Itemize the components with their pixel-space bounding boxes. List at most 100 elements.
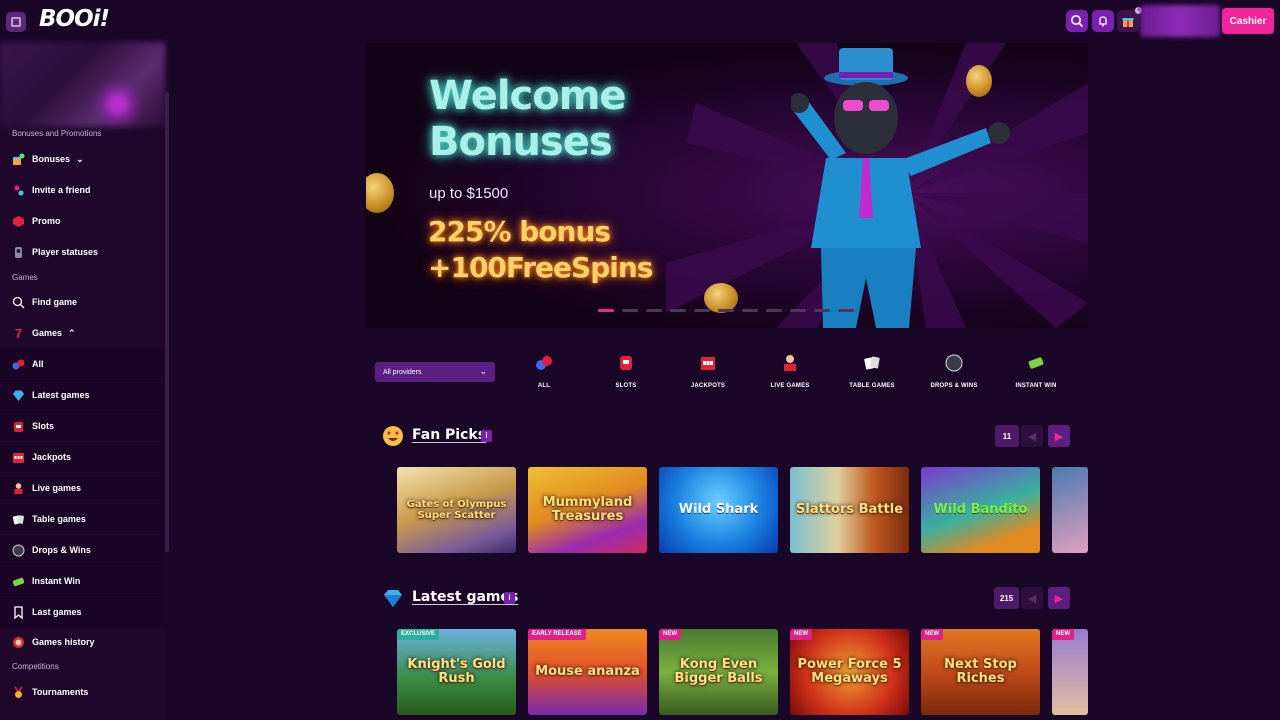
category-jackpots[interactable]: JACKPOTS xyxy=(673,353,743,389)
cards-icon xyxy=(862,353,882,373)
category-instant-win[interactable]: INSTANT WIN xyxy=(1001,353,1071,389)
sidebar-item-label: Invite a friend xyxy=(32,185,91,195)
gifts-button[interactable]: 4 xyxy=(1117,7,1142,32)
category-label: DROPS & WINS xyxy=(930,383,978,389)
game-tag: NEW xyxy=(790,629,812,640)
sidebar-item-drops-wins[interactable]: Drops & Wins xyxy=(0,535,165,565)
menu-icon[interactable] xyxy=(6,12,26,32)
bookmark-icon xyxy=(12,605,25,619)
game-tile[interactable]: Wild Bandito xyxy=(921,467,1040,553)
latest-games-prev-button[interactable]: ◀ xyxy=(1021,587,1043,609)
sidebar-item-invite[interactable]: Invite a friend xyxy=(0,175,165,205)
user-profile[interactable] xyxy=(0,42,165,127)
category-slots[interactable]: SLOTS xyxy=(591,353,661,389)
sidebar-item-last-games[interactable]: Last games xyxy=(0,597,165,627)
category-drops-wins[interactable]: DROPS & WINS xyxy=(919,353,989,389)
sidebar-item-label: Last games xyxy=(32,607,82,617)
carousel-dot[interactable] xyxy=(718,309,734,312)
carousel-dot[interactable] xyxy=(790,309,806,312)
sidebar-item-jackpots[interactable]: Jackpots xyxy=(0,442,165,472)
search-icon xyxy=(1071,15,1084,28)
sidebar-item-all[interactable]: All xyxy=(0,349,165,379)
carousel-dot[interactable] xyxy=(766,309,782,312)
carousel-dot[interactable] xyxy=(694,309,710,312)
jackpot-icon xyxy=(698,353,718,373)
sidebar-item-find-game[interactable]: Find game xyxy=(0,287,165,317)
category-table-games[interactable]: TABLE GAMES xyxy=(837,353,907,389)
section-label-competitions: Competitions xyxy=(12,662,59,671)
sidebar-item-label: Jackpots xyxy=(32,452,72,462)
category-label: ALL xyxy=(537,383,551,389)
chevron-down-icon: ⌄ xyxy=(479,366,487,376)
logo[interactable]: BOOi! xyxy=(39,6,110,32)
bonuses-icon xyxy=(12,153,25,166)
game-tile[interactable]: NEW Next Stop Riches xyxy=(921,629,1040,715)
latest-games-next-button[interactable]: ▶ xyxy=(1048,587,1070,609)
sidebar-item-games[interactable]: 7 Games ⌃ xyxy=(0,318,165,348)
carousel-dot[interactable] xyxy=(670,309,686,312)
notifications-button[interactable] xyxy=(1092,10,1114,32)
sidebar-item-player-statuses[interactable]: Player statuses xyxy=(0,237,165,267)
sidebar-item-latest-games[interactable]: Latest games xyxy=(0,380,165,410)
arrow-right-icon: ▶ xyxy=(1054,592,1064,605)
user-balance[interactable] xyxy=(1140,5,1220,37)
sidebar-item-live-games[interactable]: Live games xyxy=(0,473,165,503)
medal-icon xyxy=(12,686,25,699)
game-tile[interactable]: Gates of Olympus Super Scatter xyxy=(397,467,516,553)
sidebar-item-promo[interactable]: Promo xyxy=(0,206,165,236)
latest-games-info[interactable]: i xyxy=(504,592,515,604)
sidebar-item-tournaments[interactable]: Tournaments xyxy=(0,677,165,707)
sidebar: Bonuses and Promotions Bonuses ⌄ Invite … xyxy=(0,42,169,720)
category-all[interactable]: ALL xyxy=(509,353,579,389)
carousel-dot[interactable] xyxy=(646,309,662,312)
game-tile[interactable]: Wild Shark xyxy=(659,467,778,553)
game-title: Wild Bandito xyxy=(933,502,1028,517)
game-tile[interactable]: Slattors Battle xyxy=(790,467,909,553)
history-icon xyxy=(12,636,25,649)
sidebar-scrollbar[interactable] xyxy=(165,92,169,552)
carousel-dot[interactable] xyxy=(598,309,614,312)
diamond-icon xyxy=(384,590,402,607)
game-tile[interactable]: EXCLUSIVE Knight's Gold Rush xyxy=(397,629,516,715)
all-games-icon xyxy=(12,358,25,371)
game-tile-partial[interactable]: NEW xyxy=(1052,629,1088,715)
game-tile-partial[interactable] xyxy=(1052,467,1088,553)
jackpot-icon xyxy=(12,451,25,464)
fan-picks-info[interactable]: i xyxy=(481,430,492,442)
promo-banner[interactable]: Welcome Bonuses up to $1500 225% bonus +… xyxy=(366,43,1088,328)
sidebar-item-games-history[interactable]: Games history xyxy=(0,627,165,657)
sidebar-item-bonuses[interactable]: Bonuses ⌄ xyxy=(0,144,165,174)
cashier-button[interactable]: Cashier xyxy=(1222,8,1274,34)
category-live-games[interactable]: LIVE GAMES xyxy=(755,353,825,389)
banner-bonus: 225% bonus xyxy=(428,215,611,248)
fan-picks-count[interactable]: 11 xyxy=(995,425,1019,447)
latest-games-count[interactable]: 215 xyxy=(994,587,1019,609)
game-tile[interactable]: NEW Kong Even Bigger Balls xyxy=(659,629,778,715)
game-tile[interactable]: NEW Power Force 5 Megaways xyxy=(790,629,909,715)
carousel-dot[interactable] xyxy=(742,309,758,312)
game-tag: NEW xyxy=(1052,629,1074,640)
game-tag: EXCLUSIVE xyxy=(397,629,440,640)
chevron-down-icon: ⌄ xyxy=(76,153,84,164)
sidebar-item-instant-win[interactable]: Instant Win xyxy=(0,566,165,596)
all-games-icon xyxy=(534,353,554,373)
carousel-dot[interactable] xyxy=(838,309,854,312)
game-tile[interactable]: Mummyland Treasures xyxy=(528,467,647,553)
sidebar-item-table-games[interactable]: Table games xyxy=(0,504,165,534)
sidebar-item-slots[interactable]: Slots xyxy=(0,411,165,441)
search-button[interactable] xyxy=(1066,10,1088,32)
player-status-icon xyxy=(12,246,25,259)
game-tile[interactable]: EARLY RELEASE Mouse ananza xyxy=(528,629,647,715)
sidebar-item-label: Find game xyxy=(32,297,78,307)
fan-picks-prev-button[interactable]: ◀ xyxy=(1021,425,1043,447)
sidebar-item-label: Promo xyxy=(32,216,61,226)
providers-dropdown[interactable]: All providers ⌄ xyxy=(375,362,495,382)
fan-picks-title[interactable]: Fan Picks xyxy=(412,427,486,443)
carousel-dot[interactable] xyxy=(622,309,638,312)
dealer-icon xyxy=(12,482,25,495)
cards-icon xyxy=(12,513,25,526)
fan-picks-next-button[interactable]: ▶ xyxy=(1048,425,1070,447)
sidebar-item-label: Tournaments xyxy=(32,687,89,697)
latest-games-title[interactable]: Latest games xyxy=(412,589,518,605)
carousel-dot[interactable] xyxy=(814,309,830,312)
